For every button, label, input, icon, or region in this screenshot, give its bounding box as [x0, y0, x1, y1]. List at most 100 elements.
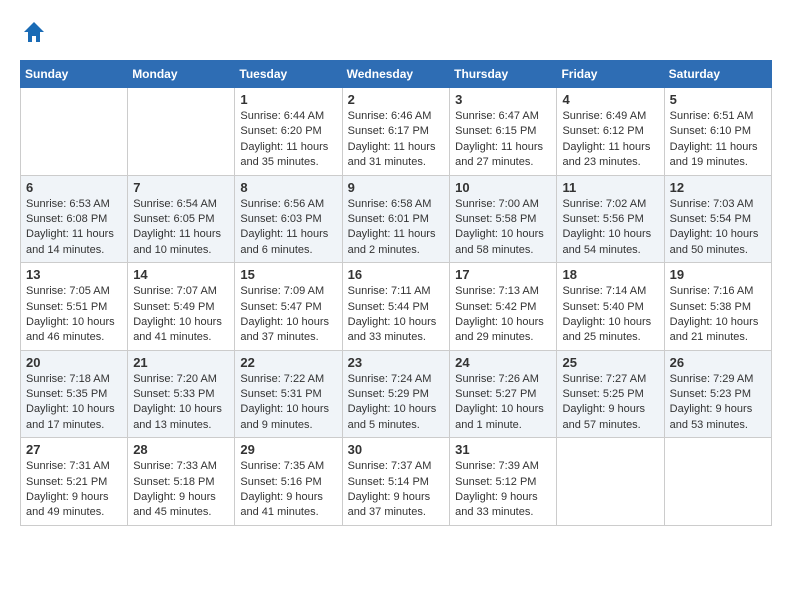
day-number: 23	[348, 355, 445, 370]
day-info: Sunrise: 7:29 AM Sunset: 5:23 PM Dayligh…	[670, 372, 766, 434]
day-info: Sunrise: 6:44 AM Sunset: 6:20 PM Dayligh…	[240, 109, 336, 171]
calendar-table: SundayMondayTuesdayWednesdayThursdayFrid…	[20, 60, 772, 526]
day-number: 28	[133, 442, 229, 457]
calendar-cell: 19 Sunrise: 7:16 AM Sunset: 5:38 PM Dayli…	[664, 263, 771, 351]
calendar-week-row: 1 Sunrise: 6:44 AM Sunset: 6:20 PM Daylig…	[21, 88, 772, 176]
calendar-header-row: SundayMondayTuesdayWednesdayThursdayFrid…	[21, 61, 772, 88]
calendar-cell	[557, 438, 664, 526]
calendar-cell: 10 Sunrise: 7:00 AM Sunset: 5:58 PM Dayli…	[450, 175, 557, 263]
day-info: Sunrise: 7:20 AM Sunset: 5:33 PM Dayligh…	[133, 372, 229, 434]
day-info: Sunrise: 7:39 AM Sunset: 5:12 PM Dayligh…	[455, 459, 551, 521]
calendar-cell: 14 Sunrise: 7:07 AM Sunset: 5:49 PM Dayli…	[128, 263, 235, 351]
calendar-cell: 4 Sunrise: 6:49 AM Sunset: 6:12 PM Daylig…	[557, 88, 664, 176]
day-info: Sunrise: 6:58 AM Sunset: 6:01 PM Dayligh…	[348, 197, 445, 259]
day-number: 10	[455, 180, 551, 195]
day-info: Sunrise: 6:51 AM Sunset: 6:10 PM Dayligh…	[670, 109, 766, 171]
day-info: Sunrise: 7:02 AM Sunset: 5:56 PM Dayligh…	[562, 197, 658, 259]
day-number: 24	[455, 355, 551, 370]
calendar-cell: 8 Sunrise: 6:56 AM Sunset: 6:03 PM Daylig…	[235, 175, 342, 263]
calendar-cell: 25 Sunrise: 7:27 AM Sunset: 5:25 PM Dayli…	[557, 350, 664, 438]
day-number: 8	[240, 180, 336, 195]
calendar-cell	[664, 438, 771, 526]
day-of-week-header: Sunday	[21, 61, 128, 88]
calendar-cell: 11 Sunrise: 7:02 AM Sunset: 5:56 PM Dayli…	[557, 175, 664, 263]
calendar-cell: 5Sunrise: 6:51 AM Sunset: 6:10 PM Daylig…	[664, 88, 771, 176]
day-of-week-header: Wednesday	[342, 61, 450, 88]
day-info: Sunrise: 7:09 AM Sunset: 5:47 PM Dayligh…	[240, 284, 336, 346]
calendar-cell: 22 Sunrise: 7:22 AM Sunset: 5:31 PM Dayli…	[235, 350, 342, 438]
calendar-cell: 12Sunrise: 7:03 AM Sunset: 5:54 PM Dayli…	[664, 175, 771, 263]
calendar-cell: 23 Sunrise: 7:24 AM Sunset: 5:29 PM Dayli…	[342, 350, 450, 438]
day-number: 22	[240, 355, 336, 370]
day-number: 14	[133, 267, 229, 282]
day-number: 15	[240, 267, 336, 282]
day-info: Sunrise: 7:11 AM Sunset: 5:44 PM Dayligh…	[348, 284, 445, 346]
calendar-cell: 1 Sunrise: 6:44 AM Sunset: 6:20 PM Daylig…	[235, 88, 342, 176]
calendar-cell: 13Sunrise: 7:05 AM Sunset: 5:51 PM Dayli…	[21, 263, 128, 351]
day-info: Sunrise: 7:16 AM Sunset: 5:38 PM Dayligh…	[670, 284, 766, 346]
day-info: Sunrise: 6:47 AM Sunset: 6:15 PM Dayligh…	[455, 109, 551, 171]
calendar-cell: 17Sunrise: 7:13 AM Sunset: 5:42 PM Dayli…	[450, 263, 557, 351]
day-number: 1	[240, 92, 336, 107]
day-of-week-header: Saturday	[664, 61, 771, 88]
day-number: 19	[670, 267, 766, 282]
day-info: Sunrise: 7:27 AM Sunset: 5:25 PM Dayligh…	[562, 372, 658, 434]
day-info: Sunrise: 6:46 AM Sunset: 6:17 PM Dayligh…	[348, 109, 445, 171]
day-info: Sunrise: 7:24 AM Sunset: 5:29 PM Dayligh…	[348, 372, 445, 434]
day-number: 31	[455, 442, 551, 457]
day-number: 3	[455, 92, 551, 107]
day-info: Sunrise: 7:33 AM Sunset: 5:18 PM Dayligh…	[133, 459, 229, 521]
calendar-cell: 28 Sunrise: 7:33 AM Sunset: 5:18 PM Dayli…	[128, 438, 235, 526]
day-info: Sunrise: 6:49 AM Sunset: 6:12 PM Dayligh…	[562, 109, 658, 171]
day-number: 6	[26, 180, 122, 195]
day-number: 7	[133, 180, 229, 195]
day-number: 27	[26, 442, 122, 457]
day-info: Sunrise: 7:05 AM Sunset: 5:51 PM Dayligh…	[26, 284, 122, 346]
day-number: 17	[455, 267, 551, 282]
calendar-cell: 6Sunrise: 6:53 AM Sunset: 6:08 PM Daylig…	[21, 175, 128, 263]
calendar-cell: 15 Sunrise: 7:09 AM Sunset: 5:47 PM Dayli…	[235, 263, 342, 351]
calendar-cell: 21 Sunrise: 7:20 AM Sunset: 5:33 PM Dayli…	[128, 350, 235, 438]
day-info: Sunrise: 6:56 AM Sunset: 6:03 PM Dayligh…	[240, 197, 336, 259]
day-info: Sunrise: 7:37 AM Sunset: 5:14 PM Dayligh…	[348, 459, 445, 521]
calendar-cell: 24 Sunrise: 7:26 AM Sunset: 5:27 PM Dayli…	[450, 350, 557, 438]
calendar-cell: 31 Sunrise: 7:39 AM Sunset: 5:12 PM Dayli…	[450, 438, 557, 526]
day-of-week-header: Monday	[128, 61, 235, 88]
day-number: 29	[240, 442, 336, 457]
day-number: 12	[670, 180, 766, 195]
calendar-cell: 16 Sunrise: 7:11 AM Sunset: 5:44 PM Dayli…	[342, 263, 450, 351]
calendar-cell: 26 Sunrise: 7:29 AM Sunset: 5:23 PM Dayli…	[664, 350, 771, 438]
calendar-cell: 27 Sunrise: 7:31 AM Sunset: 5:21 PM Dayli…	[21, 438, 128, 526]
day-of-week-header: Tuesday	[235, 61, 342, 88]
logo	[20, 20, 46, 44]
day-info: Sunrise: 7:35 AM Sunset: 5:16 PM Dayligh…	[240, 459, 336, 521]
day-info: Sunrise: 7:31 AM Sunset: 5:21 PM Dayligh…	[26, 459, 122, 521]
day-number: 26	[670, 355, 766, 370]
day-number: 11	[562, 180, 658, 195]
day-info: Sunrise: 6:54 AM Sunset: 6:05 PM Dayligh…	[133, 197, 229, 259]
day-number: 20	[26, 355, 122, 370]
day-number: 30	[348, 442, 445, 457]
calendar-cell: 2Sunrise: 6:46 AM Sunset: 6:17 PM Daylig…	[342, 88, 450, 176]
day-info: Sunrise: 7:26 AM Sunset: 5:27 PM Dayligh…	[455, 372, 551, 434]
calendar-cell	[21, 88, 128, 176]
day-info: Sunrise: 7:00 AM Sunset: 5:58 PM Dayligh…	[455, 197, 551, 259]
day-info: Sunrise: 7:07 AM Sunset: 5:49 PM Dayligh…	[133, 284, 229, 346]
page-header	[20, 20, 772, 44]
calendar-cell: 9Sunrise: 6:58 AM Sunset: 6:01 PM Daylig…	[342, 175, 450, 263]
day-number: 4	[562, 92, 658, 107]
calendar-cell: 20 Sunrise: 7:18 AM Sunset: 5:35 PM Dayli…	[21, 350, 128, 438]
day-number: 25	[562, 355, 658, 370]
day-info: Sunrise: 7:22 AM Sunset: 5:31 PM Dayligh…	[240, 372, 336, 434]
day-number: 18	[562, 267, 658, 282]
day-info: Sunrise: 7:18 AM Sunset: 5:35 PM Dayligh…	[26, 372, 122, 434]
calendar-cell: 7 Sunrise: 6:54 AM Sunset: 6:05 PM Daylig…	[128, 175, 235, 263]
day-info: Sunrise: 7:14 AM Sunset: 5:40 PM Dayligh…	[562, 284, 658, 346]
calendar-week-row: 6Sunrise: 6:53 AM Sunset: 6:08 PM Daylig…	[21, 175, 772, 263]
day-number: 16	[348, 267, 445, 282]
day-number: 21	[133, 355, 229, 370]
calendar-week-row: 20 Sunrise: 7:18 AM Sunset: 5:35 PM Dayli…	[21, 350, 772, 438]
calendar-cell	[128, 88, 235, 176]
day-of-week-header: Thursday	[450, 61, 557, 88]
day-of-week-header: Friday	[557, 61, 664, 88]
